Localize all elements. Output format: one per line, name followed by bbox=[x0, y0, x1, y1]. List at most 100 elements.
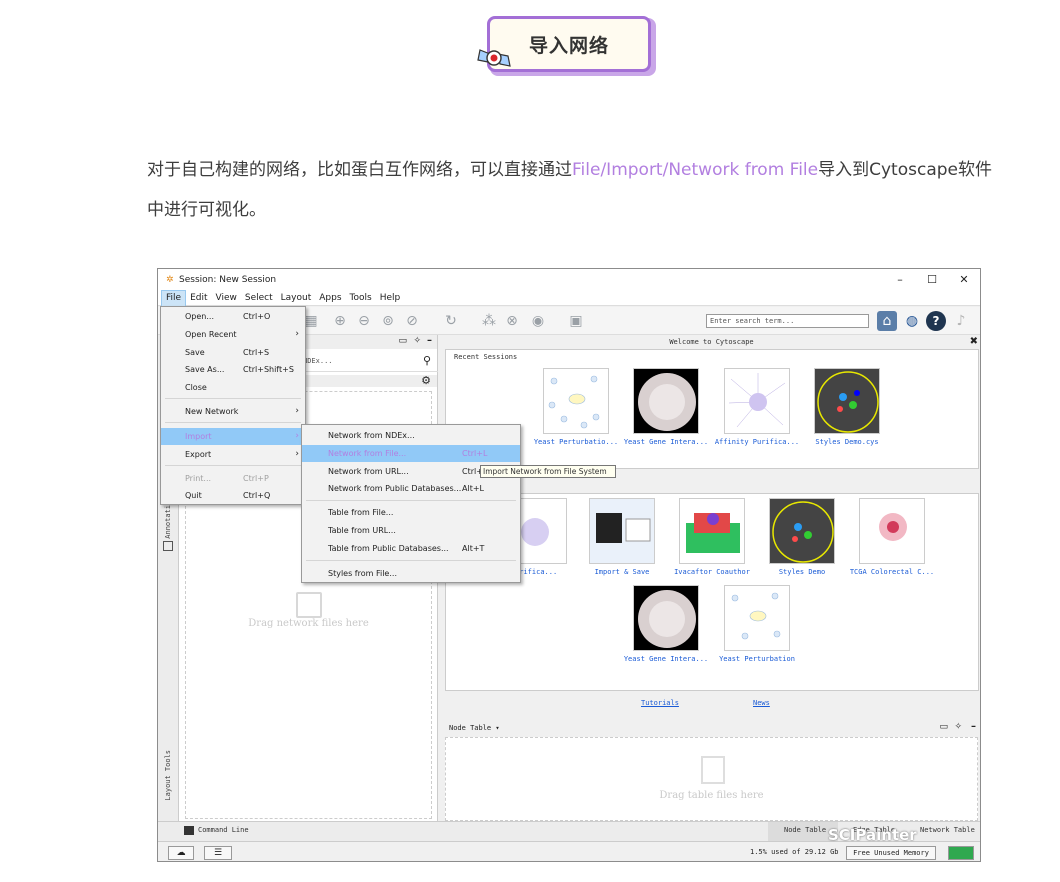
node-table-tab[interactable]: Node Table bbox=[784, 826, 826, 834]
sample-label[interactable]: Yeast Gene Intera... bbox=[621, 655, 711, 663]
sample-sessions-box: Purifica... Import & Save Ivacaftor Coau… bbox=[445, 493, 979, 691]
free-memory-button[interactable]: Free Unused Memory bbox=[846, 846, 936, 860]
sample-thumb-yeast-perturbation[interactable] bbox=[724, 585, 790, 651]
annotation-tab[interactable]: Annotati bbox=[164, 505, 172, 539]
tooltip: Import Network from File System bbox=[480, 465, 616, 478]
status-bar: ☁ ☰ 1.5% used of 29.12 Gb Free Unused Me… bbox=[158, 841, 980, 861]
news-link[interactable]: News bbox=[753, 699, 770, 707]
session-thumb-affinity[interactable] bbox=[724, 368, 790, 434]
help-icon[interactable]: ? bbox=[926, 311, 946, 331]
menu-item-close[interactable]: Close bbox=[161, 379, 305, 396]
menu-file[interactable]: File bbox=[161, 289, 187, 307]
sample-thumb-ivacaftor[interactable] bbox=[679, 498, 745, 564]
sample-label[interactable]: Import & Save bbox=[577, 568, 667, 576]
menu-item-network-from-file[interactable]: Network from File... Ctrl+L bbox=[302, 445, 520, 462]
zoom-out-icon[interactable]: ⊖ bbox=[356, 313, 372, 329]
network-table-tab[interactable]: Network Table bbox=[920, 826, 975, 834]
menu-separator bbox=[306, 560, 516, 561]
sample-thumb-import-save[interactable] bbox=[589, 498, 655, 564]
layout-tools-tab[interactable]: Layout Tools bbox=[164, 750, 172, 801]
menu-item-save[interactable]: Save Ctrl+S bbox=[161, 344, 305, 361]
sample-label[interactable]: Yeast Perturbation bbox=[712, 655, 802, 663]
memory-indicator-icon[interactable] bbox=[948, 846, 974, 860]
menu-item-print: Print... Ctrl+P bbox=[185, 474, 269, 483]
menu-tools[interactable]: Tools bbox=[346, 291, 376, 306]
menu-help[interactable]: Help bbox=[376, 291, 405, 306]
minimize-panel-icon[interactable]: – bbox=[427, 335, 432, 346]
minimize-button[interactable]: – bbox=[884, 269, 916, 291]
menu-item-table-from-file[interactable]: Table from File... bbox=[302, 504, 520, 521]
table-drop-zone[interactable]: Drag table files here bbox=[445, 737, 978, 821]
sample-label[interactable]: Ivacaftor Coauthor bbox=[667, 568, 757, 576]
intro-highlight: File/Import/Network from File bbox=[572, 160, 819, 180]
network-icon[interactable]: ⁂ bbox=[478, 313, 500, 329]
intro-text-1: 对于自己构建的网络，比如蛋白互作网络，可以直接通过 bbox=[147, 160, 572, 180]
zoom-in-icon[interactable]: ⊕ bbox=[332, 313, 348, 329]
list-icon[interactable]: ☰ bbox=[204, 846, 232, 860]
sample-label[interactable]: TCGA Colorectal C... bbox=[847, 568, 937, 576]
window-title: Session: New Session bbox=[179, 275, 277, 285]
session-thumb-yeast-perturbation[interactable] bbox=[543, 368, 609, 434]
bell-icon[interactable]: ♪ bbox=[951, 311, 971, 331]
gear-icon[interactable]: ⚙ bbox=[421, 374, 431, 387]
terminal-icon bbox=[184, 826, 194, 835]
hide-icon[interactable]: ⊗ bbox=[504, 313, 520, 329]
menu-item-import[interactable]: Import › bbox=[161, 428, 305, 445]
session-label[interactable]: Styles Demo.cys bbox=[802, 438, 892, 446]
menu-item-open[interactable]: Open... Ctrl+O bbox=[161, 308, 305, 325]
menu-apps[interactable]: Apps bbox=[315, 291, 345, 306]
zoom-fit-icon[interactable]: ⊚ bbox=[380, 313, 396, 329]
section-header: 导入网络 bbox=[474, 14, 658, 84]
zoom-selected-icon[interactable]: ⊘ bbox=[404, 313, 420, 329]
menu-edit[interactable]: Edit bbox=[186, 291, 211, 306]
search-input[interactable]: Enter search term... bbox=[706, 314, 869, 328]
float-table-icon[interactable]: ▭ bbox=[939, 722, 948, 732]
sample-thumb-tcga[interactable] bbox=[859, 498, 925, 564]
menu-layout[interactable]: Layout bbox=[277, 291, 316, 306]
menu-select[interactable]: Select bbox=[241, 291, 277, 306]
close-icon[interactable]: ✖ bbox=[970, 336, 978, 347]
ndex-search-input[interactable]: NDEx... bbox=[299, 350, 438, 372]
command-line-tab[interactable]: Command Line bbox=[198, 826, 249, 834]
file-menu: Open... Ctrl+O Open Recent › Save Ctrl+S Sa… bbox=[160, 306, 306, 505]
menu-item-save-as[interactable]: Save As... Ctrl+Shift+S bbox=[161, 361, 305, 378]
session-thumb-styles-demo[interactable] bbox=[814, 368, 880, 434]
tutorials-link[interactable]: Tutorials bbox=[641, 699, 679, 707]
float-icon[interactable]: ▭ bbox=[398, 336, 407, 346]
menu-item-table-from-url[interactable]: Table from URL... bbox=[302, 522, 520, 539]
menu-item-new-network[interactable]: New Network › bbox=[161, 403, 305, 420]
menu-item-styles-from-file[interactable]: Styles from File... bbox=[302, 565, 520, 582]
menu-view[interactable]: View bbox=[212, 291, 241, 306]
pin-icon[interactable]: ✧ bbox=[413, 336, 421, 346]
export-image-icon[interactable]: ▣ bbox=[568, 313, 584, 329]
cloud-icon[interactable]: ☁ bbox=[168, 846, 194, 860]
home-icon[interactable]: ⌂ bbox=[877, 311, 897, 331]
welcome-panel: Welcome to Cytoscape ✖ Recent Sessions Y… bbox=[441, 335, 980, 715]
globe-icon[interactable]: ◍ bbox=[902, 311, 922, 331]
table-file-icon bbox=[701, 756, 725, 784]
eye-icon[interactable]: ◉ bbox=[530, 313, 546, 329]
refresh-icon[interactable]: ↻ bbox=[443, 313, 459, 329]
session-label[interactable]: Yeast Gene Intera... bbox=[621, 438, 711, 446]
session-thumb-yeast-gene[interactable] bbox=[633, 368, 699, 434]
search-icon[interactable]: ⚲ bbox=[423, 354, 431, 367]
recent-sessions-label: Recent Sessions bbox=[454, 353, 518, 361]
pin-table-icon[interactable]: ✧ bbox=[954, 722, 962, 732]
menu-item-network-from-ndex[interactable]: Network from NDEx... bbox=[302, 427, 520, 444]
menu-item-export[interactable]: Export › bbox=[161, 446, 305, 463]
close-window-button[interactable]: ✕ bbox=[948, 269, 980, 291]
menu-item-table-from-public-db[interactable]: Table from Public Databases... Alt+T bbox=[302, 540, 520, 557]
session-label[interactable]: Yeast Perturbatio... bbox=[531, 438, 621, 446]
sample-thumb-yeast-gene[interactable] bbox=[633, 585, 699, 651]
menu-item-open-recent[interactable]: Open Recent › bbox=[161, 326, 305, 343]
node-table-dropdown[interactable]: Node Table ▾ bbox=[449, 724, 500, 732]
menu-separator bbox=[165, 422, 301, 423]
sample-thumb-styles-demo[interactable] bbox=[769, 498, 835, 564]
menu-item-quit[interactable]: Quit Ctrl+Q bbox=[161, 487, 305, 504]
annotation-icon[interactable] bbox=[163, 541, 173, 551]
maximize-button[interactable]: ☐ bbox=[916, 269, 948, 291]
menu-item-network-from-public-db[interactable]: Network from Public Databases... Alt+L bbox=[302, 480, 520, 497]
sample-label[interactable]: Styles Demo bbox=[757, 568, 847, 576]
session-label[interactable]: Affinity Purifica... bbox=[712, 438, 802, 446]
minimize-table-icon[interactable]: – bbox=[971, 721, 976, 732]
